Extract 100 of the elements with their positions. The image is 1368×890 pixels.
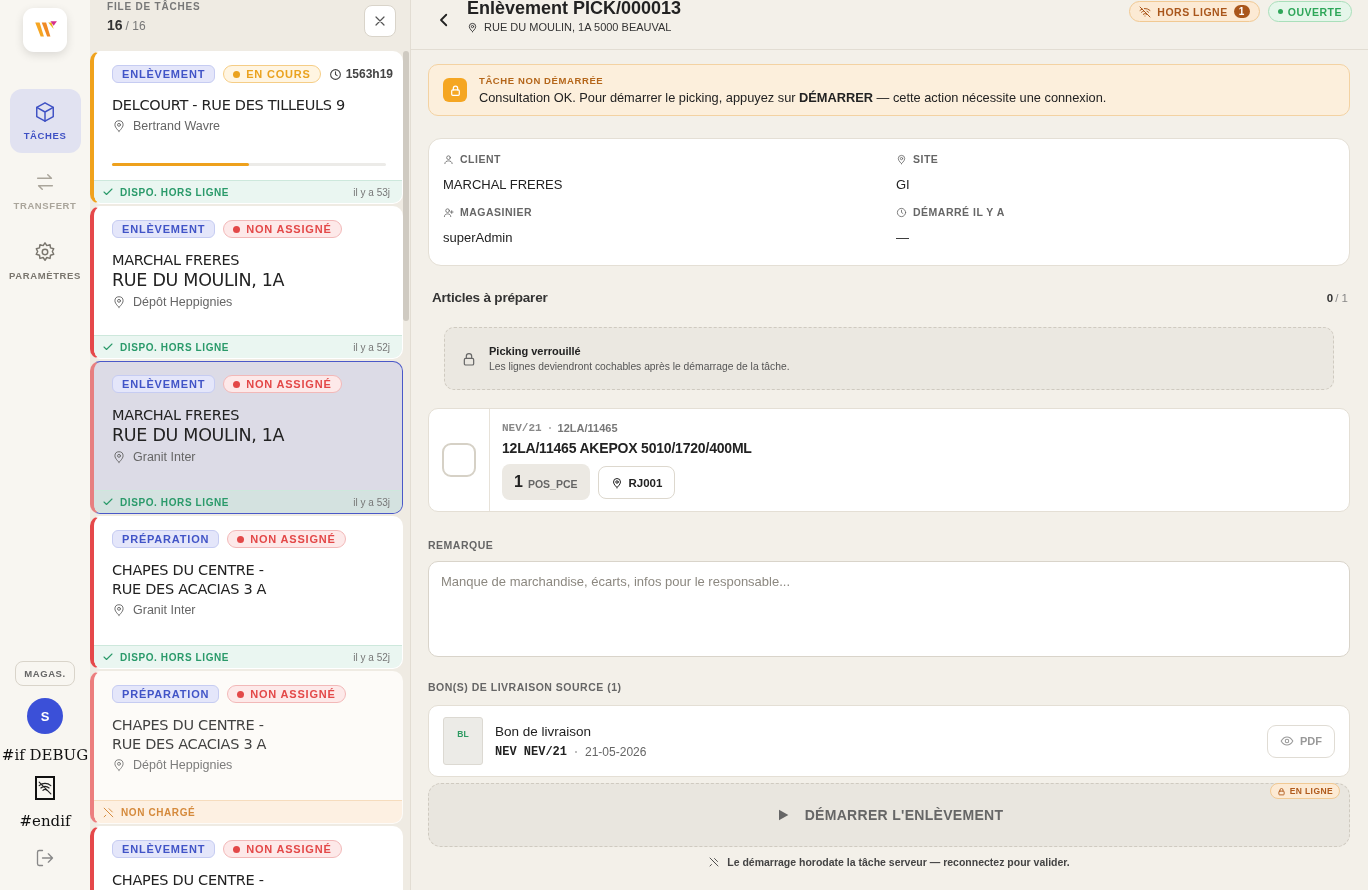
type-badge: ENLÈVEMENT	[112, 65, 216, 83]
avatar[interactable]: S	[27, 698, 63, 734]
task-count: 16	[107, 17, 123, 33]
document-date: 21-05-2026	[585, 744, 647, 759]
sync-label: DISPO. HORS LIGNE	[120, 496, 230, 508]
field-label: SITE	[913, 153, 939, 165]
nav-tab[interactable]: PARAMÈTRES	[9, 229, 81, 293]
location: Granit Inter	[133, 450, 196, 464]
pin-icon	[112, 758, 126, 772]
pin-icon	[112, 119, 126, 133]
document-ref: NEV NEV/21	[495, 744, 567, 759]
type-badge: ENLÈVEMENT	[112, 220, 216, 238]
task-card[interactable]: ENLÈVEMENT NON ASSIGNÉ MARCHAL FRERES RUE DU MOULIN, 1A Dépôt Heppignies DISPO. HORS LIGNE il y a 52j	[90, 206, 403, 359]
check-icon	[102, 186, 114, 198]
age: il y a 52j	[353, 341, 390, 353]
clock-icon	[896, 206, 907, 218]
app-logo	[23, 8, 67, 52]
pin-icon	[896, 153, 907, 165]
location: Bertrand Wavre	[133, 119, 221, 133]
task-card[interactable]: PRÉPARATION NON ASSIGNÉ CHAPES DU CENTRE - RUE DES ACACIAS 3 A Granit Inter DISPO. HORS LIGNE il y a 52j	[90, 516, 403, 669]
unplugged-icon	[708, 856, 721, 868]
checkbox[interactable]	[442, 443, 476, 477]
status-badge: NON ASSIGNÉ	[227, 530, 346, 548]
section-title: Articles à préparer	[432, 290, 548, 305]
location: Dépôt Heppignies	[133, 758, 233, 772]
location: Granit Inter	[133, 603, 196, 617]
type-badge: PRÉPARATION	[112, 685, 220, 703]
pin-icon	[610, 476, 623, 489]
nav-tab[interactable]: TÂCHES	[9, 89, 81, 153]
logout-icon[interactable]	[35, 848, 55, 868]
age: il y a 53j	[353, 496, 390, 508]
task-card[interactable]: ENLÈVEMENT NON ASSIGNÉ MARCHAL FRERES RUE DU MOULIN, 1A Granit Inter DISPO. HORS LIGNE il y a 53j	[90, 361, 403, 514]
wifi-off-icon	[1139, 5, 1152, 18]
person-icon	[443, 153, 454, 165]
check-icon	[102, 496, 114, 508]
task-title: MARCHAL FRERES	[112, 251, 241, 270]
type-badge: ENLÈVEMENT	[112, 375, 216, 393]
age: il y a 53j	[353, 186, 390, 198]
document-title: Bon de livraison	[495, 723, 593, 739]
cube-icon	[34, 101, 56, 123]
location: Dépôt Heppignies	[133, 295, 233, 309]
offline-badge: HORS LIGNE 1	[1129, 1, 1260, 22]
article-name: 12LA/11465 AKEPOX 5010/1720/400ML	[502, 440, 752, 456]
check-icon	[102, 651, 114, 663]
status-badge: NON ASSIGNÉ	[223, 840, 342, 858]
field-value: superAdmin	[443, 230, 514, 245]
person-add-icon	[443, 206, 454, 218]
field-label: MAGASINIER	[460, 206, 533, 218]
type-badge: PRÉPARATION	[112, 530, 220, 548]
age: il y a 52j	[353, 651, 390, 663]
total-count: / 1	[1335, 291, 1348, 304]
queue-title: FILE DE TÂCHES	[107, 1, 201, 12]
task-title: RUE DES ACACIAS 3 A	[112, 580, 268, 599]
hint-text: Le démarrage horodate la tâche serveur — reconnectez pour valider.	[727, 856, 1070, 868]
task-total: / 16	[125, 19, 146, 33]
eye-icon	[1280, 734, 1294, 748]
notice-text: Consultation OK. Pour démarrer le picking, appuyez sur DÉMARRER — cette action nécessite une connexion.	[479, 90, 1107, 105]
type-badge: ENLÈVEMENT	[112, 840, 216, 858]
close-button[interactable]	[364, 5, 396, 37]
check-icon	[102, 341, 114, 353]
field-label: DÉMARRÉ IL Y A	[913, 206, 1005, 218]
lock-icon	[461, 350, 477, 367]
status-badge: OUVERTE	[1267, 1, 1352, 22]
broken-image-icon	[35, 776, 55, 800]
status-badge: EN COURS	[223, 65, 321, 83]
remark-field[interactable]: Manque de marchandise, écarts, infos pour le responsable...	[428, 561, 1350, 657]
task-title: MARCHAL FRERES	[112, 406, 241, 425]
address: RUE DU MOULIN, 1A 5000 BEAUVAL	[484, 21, 672, 33]
section-label: BON(S) DE LIVRAISON SOURCE (1)	[428, 681, 623, 693]
arrows-icon	[34, 171, 56, 193]
article-ref: NEV/21	[502, 422, 542, 434]
task-title: CHAPES DU CENTRE -	[112, 716, 265, 735]
task-card[interactable]: ENLÈVEMENT EN COURS 1563h19 DELCOURT - RUE DES TILLEULS 9 Bertrand Wavre DISPO. HORS LIGNE il y a 53j	[90, 51, 403, 204]
online-badge: EN LIGNE	[1269, 783, 1340, 799]
task-title: CHAPES DU CENTRE -	[112, 561, 265, 580]
status-badge: NON ASSIGNÉ	[223, 375, 342, 393]
sync-label: DISPO. HORS LIGNE	[120, 341, 230, 353]
picked-count: 0	[1326, 291, 1334, 304]
scrollbar[interactable]	[403, 51, 409, 321]
task-title: CHAPES DU CENTRE -	[112, 871, 265, 890]
task-title: Enlèvement PICK/000013	[467, 0, 682, 19]
task-title: RUE DES ACACIAS 3 A	[112, 735, 268, 754]
task-card[interactable]: ENLÈVEMENT NON ASSIGNÉ CHAPES DU CENTRE -	[90, 826, 403, 890]
gear-icon	[34, 241, 56, 263]
pin-icon	[112, 450, 126, 464]
file-icon: BL	[443, 717, 483, 765]
lock-icon	[443, 78, 467, 102]
sync-label: DISPO. HORS LIGNE	[120, 186, 230, 198]
role-button[interactable]: MAGAS.	[15, 661, 75, 686]
task-card[interactable]: PRÉPARATION NON ASSIGNÉ CHAPES DU CENTRE - RUE DES ACACIAS 3 A Dépôt Heppignies NON CHARGÉ	[90, 671, 403, 824]
notice-title: TÂCHE NON DÉMARRÉE	[479, 75, 605, 86]
field-label: CLIENT	[460, 153, 501, 165]
unplugged-icon	[102, 805, 115, 819]
sync-label: NON CHARGÉ	[121, 806, 196, 818]
article-code: 12LA/11465	[557, 422, 618, 434]
status-badge: NON ASSIGNÉ	[223, 220, 342, 238]
lock-icon	[1276, 786, 1286, 796]
locked-title: Picking verrouillé	[489, 345, 582, 357]
pin-icon	[467, 21, 478, 33]
duration: 1563h19	[345, 67, 394, 81]
